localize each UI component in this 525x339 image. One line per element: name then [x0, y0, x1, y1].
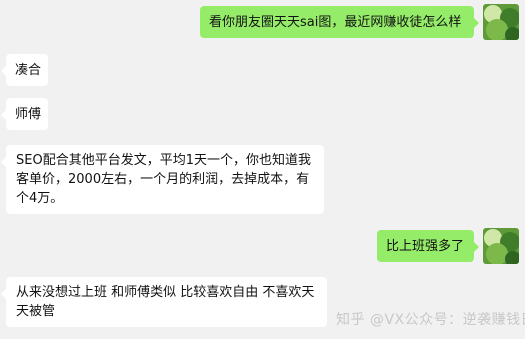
green-nature-avatar-icon — [483, 4, 519, 40]
message-text-line: 客单价，2000左右，一个月的利润，去掉成本，有 — [16, 172, 310, 187]
message-text-line: SEO配合其他平台发文，平均1天一个，你也知道我 — [16, 153, 311, 168]
message-text: 看你朋友圈天天sai图，最近网赚收徒怎么样 — [209, 14, 462, 30]
user-avatar[interactable] — [483, 228, 519, 264]
chat-message-sent[interactable]: 比上班强多了 — [377, 230, 479, 262]
chat-message-sent[interactable]: 看你朋友圈天天sai图，最近网赚收徒怎么样 — [200, 6, 479, 38]
message-text: 师傅 — [15, 106, 42, 122]
message-text-line: 从来没想过上班 和师傅类似 比较喜欢自由 不喜欢天 — [16, 285, 315, 300]
watermark: 知乎 @VX公众号：逆袭赚钱日记 — [336, 312, 525, 328]
chat-message-received[interactable]: 从来没想过上班 和师傅类似 比较喜欢自由 不喜欢天 天被管 — [1, 277, 327, 327]
chat-message-received[interactable]: SEO配合其他平台发文，平均1天一个，你也知道我 客单价，2000左右，一个月的… — [1, 145, 324, 214]
message-text-line: 个4万。 — [16, 191, 64, 206]
user-avatar[interactable] — [483, 4, 519, 40]
green-nature-avatar-icon — [483, 228, 519, 264]
message-text: 比上班强多了 — [386, 238, 465, 254]
chat-message-received[interactable]: 凑合 — [1, 54, 48, 86]
message-text: 凑合 — [15, 62, 42, 78]
chat-message-received[interactable]: 师傅 — [1, 98, 48, 130]
message-text-line: 天被管 — [16, 304, 56, 319]
